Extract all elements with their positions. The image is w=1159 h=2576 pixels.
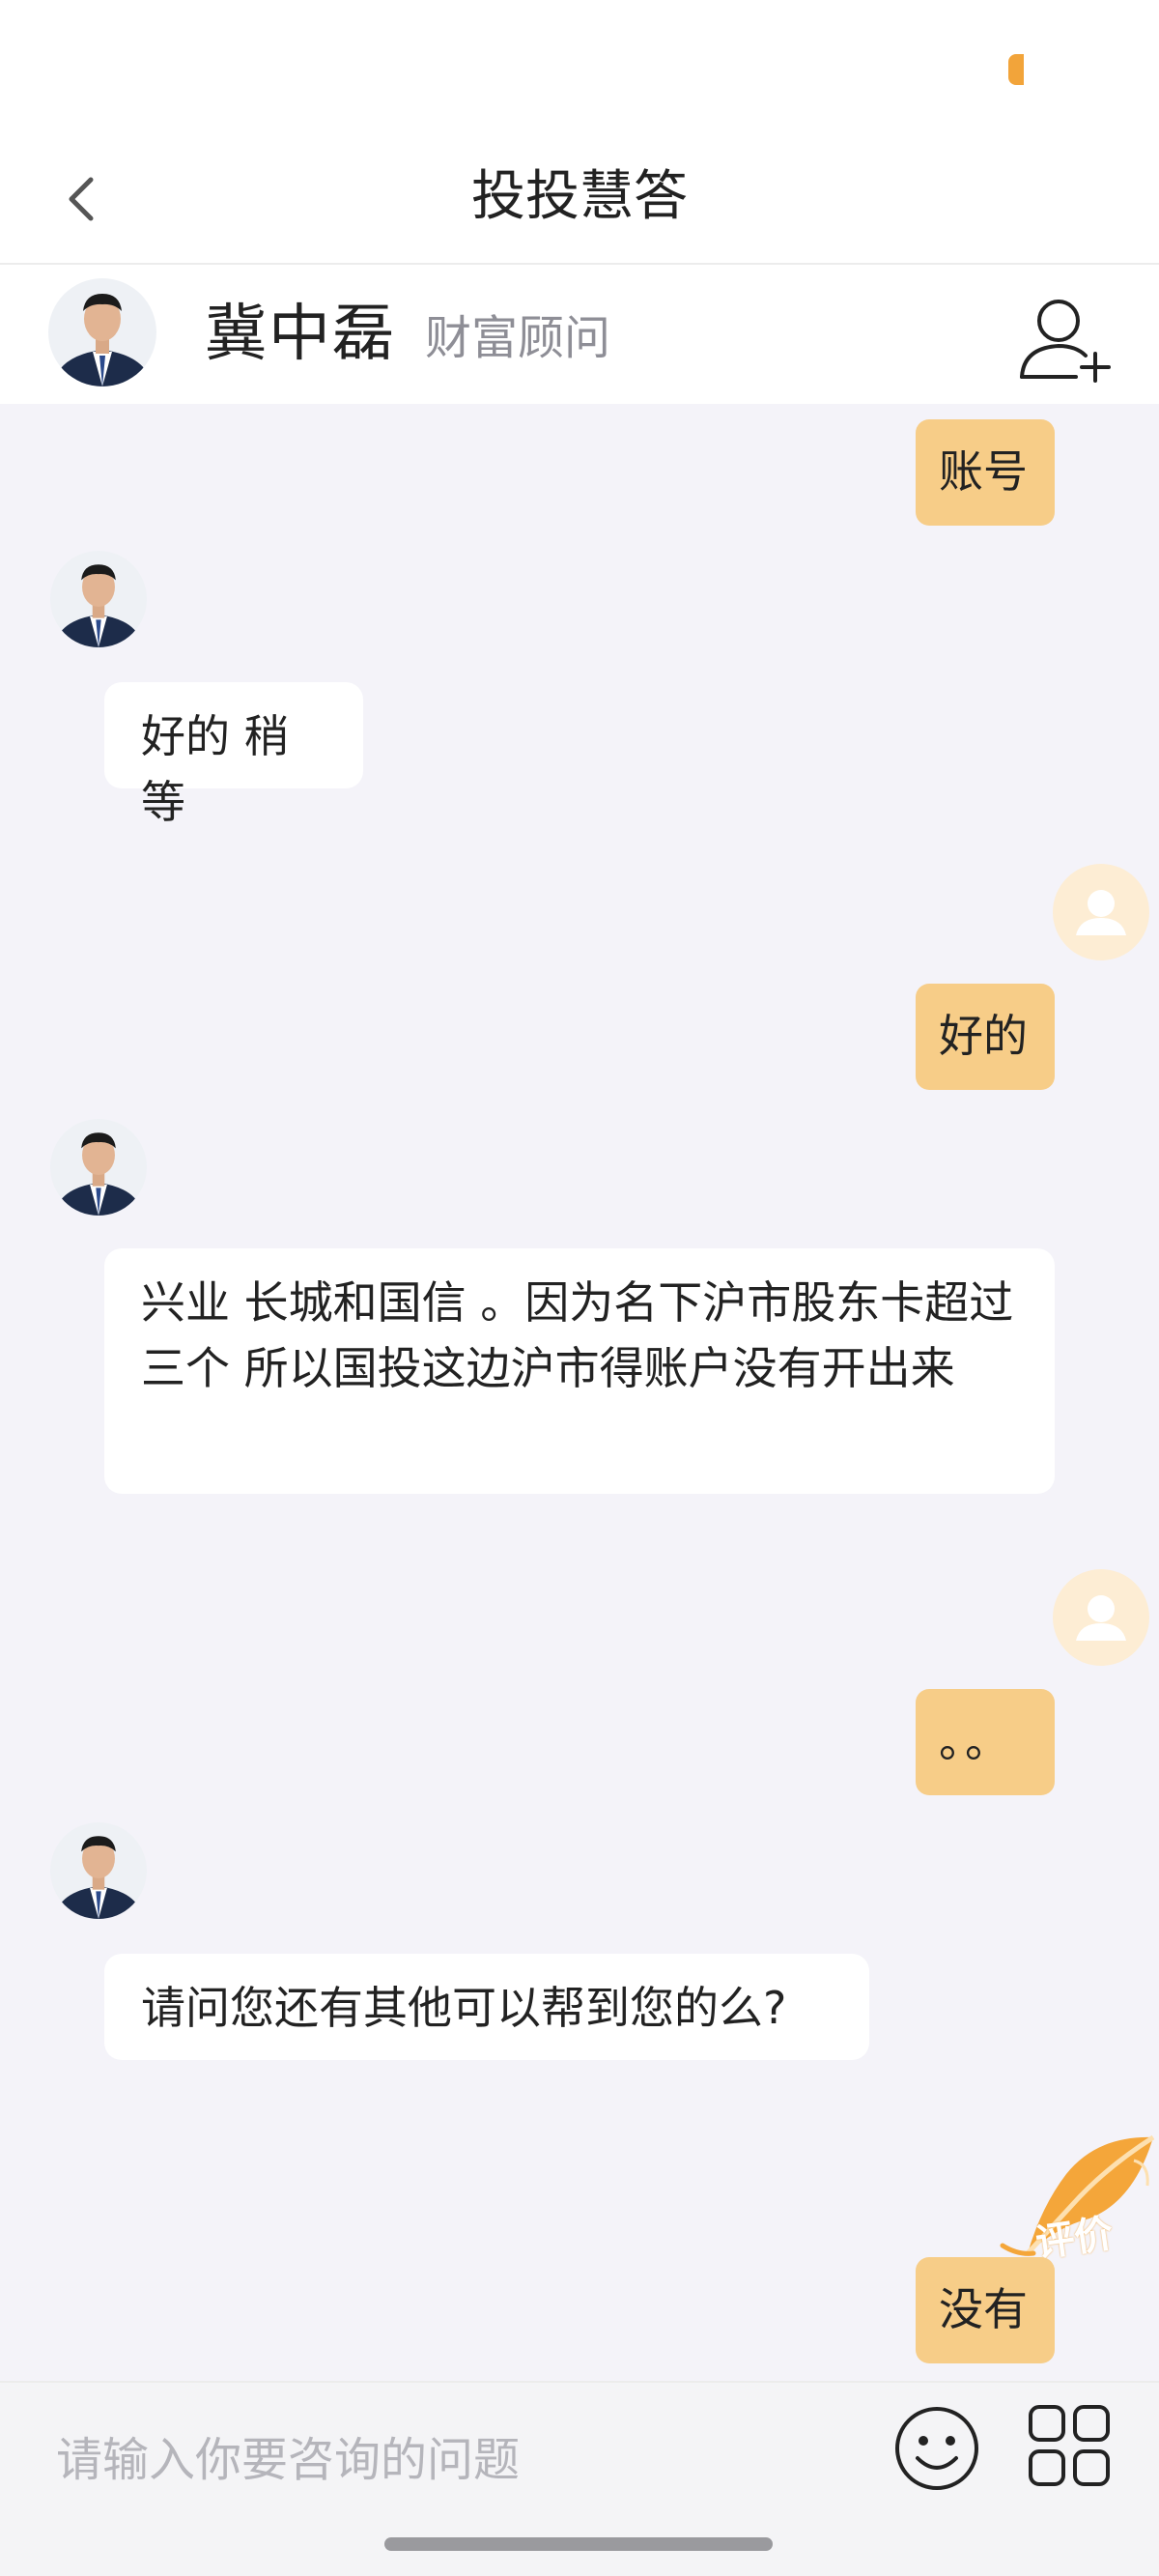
nav-bar: 投投慧答 (0, 135, 1159, 265)
message-incoming[interactable]: 好的 稍等 (104, 682, 363, 828)
status-bar (0, 0, 1159, 135)
smiley-icon (895, 2407, 978, 2490)
add-user-icon (1020, 300, 1111, 383)
grid-icon (1029, 2405, 1110, 2486)
advisor-avatar[interactable] (50, 1822, 147, 1919)
user-avatar[interactable] (1053, 864, 1149, 960)
message-outgoing[interactable]: 账号 (916, 419, 1055, 526)
message-outgoing[interactable]: 。。 (916, 1689, 1055, 1795)
emoji-button[interactable] (892, 2404, 981, 2493)
advisor-role: 财富顾问 (425, 311, 611, 365)
rate-button[interactable]: 评价 (989, 2130, 1159, 2273)
message-input[interactable] (56, 2412, 848, 2508)
advisor-header: 冀中磊 财富顾问 (0, 265, 1159, 404)
battery-icon (1008, 54, 1024, 85)
message-outgoing[interactable]: 好的 (916, 984, 1055, 1090)
page-title: 投投慧答 (471, 165, 688, 228)
advisor-name: 冀中磊 (205, 299, 396, 370)
home-indicator (384, 2537, 773, 2551)
input-bar (0, 2381, 1159, 2576)
user-avatar[interactable] (1053, 1569, 1149, 1666)
message-incoming[interactable]: 请问您还有其他可以帮到您的么? (104, 1954, 869, 2060)
message-outgoing[interactable]: 没有 (916, 2257, 1055, 2363)
advisor-avatar[interactable] (50, 1119, 147, 1216)
more-button[interactable] (1028, 2404, 1111, 2487)
advisor-avatar[interactable] (48, 278, 156, 386)
advisor-avatar[interactable] (50, 551, 147, 647)
message-incoming[interactable]: 兴业 长城和国信 。因为名下沪市股东卡超过三个 所以国投这边沪市得账户没有开出来 (104, 1248, 1055, 1494)
add-contact-button[interactable] (1016, 292, 1113, 385)
